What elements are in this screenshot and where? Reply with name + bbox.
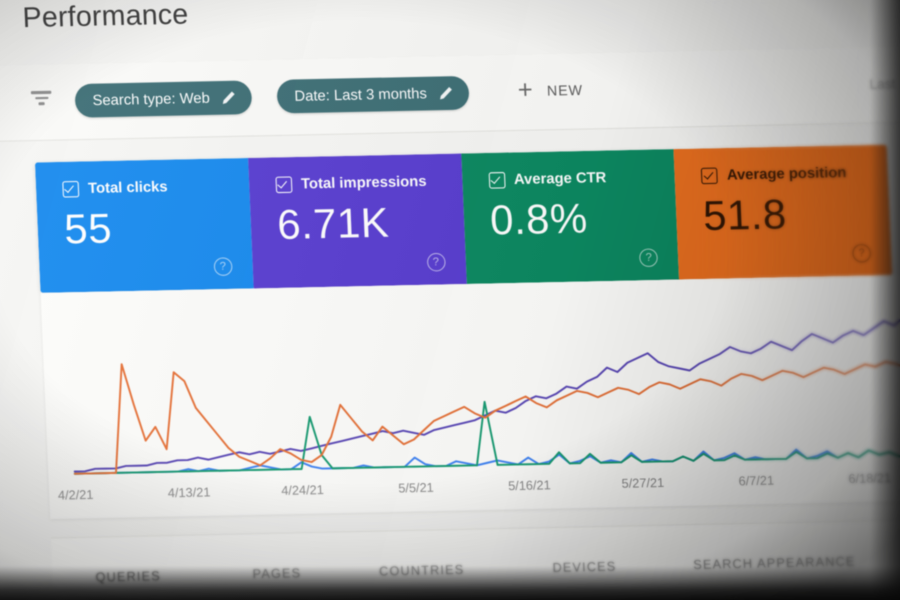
chart-x-tick-label: 5/5/21	[397, 480, 435, 496]
metric-cards: Total clicks 55 ? Total impressions 6.71…	[34, 144, 893, 293]
new-filter-label: NEW	[546, 81, 584, 99]
metric-card-total-clicks[interactable]: Total clicks 55 ?	[34, 158, 254, 293]
chart-x-tick-label: 4/2/21	[57, 487, 94, 503]
chart-x-tick-label: 5/16/21	[507, 478, 552, 494]
metric-card-header: Average position	[701, 164, 888, 185]
screen-surface: Performance Search type: Web Date: Last …	[0, 0, 900, 600]
help-icon[interactable]: ?	[213, 257, 233, 277]
metric-card-header: Average CTR	[488, 168, 675, 189]
pencil-icon	[438, 85, 454, 101]
performance-chart[interactable]: 4/2/21 4/13/21 4/24/21 5/5/21 5/16/21 5/27/21…	[40, 272, 900, 520]
help-icon[interactable]: ?	[426, 252, 446, 272]
desk-foreground	[0, 566, 900, 600]
scene-right-shadow	[870, 0, 900, 600]
metric-card-label: Average position	[726, 164, 847, 184]
metric-card-value: 51.8	[702, 190, 788, 240]
metric-card-header: Total clicks	[62, 177, 249, 198]
new-filter-button[interactable]: + NEW	[517, 75, 584, 105]
chip-search-type-label: Search type: Web	[92, 89, 211, 109]
search-console-app: Performance Search type: Web Date: Last …	[0, 0, 900, 600]
help-icon[interactable]: ?	[639, 248, 659, 268]
chip-search-type[interactable]: Search type: Web	[74, 80, 253, 118]
chip-date-range[interactable]: Date: Last 3 months	[276, 75, 470, 114]
metric-card-label: Total impressions	[300, 173, 427, 193]
chart-series-total-impressions	[73, 286, 900, 473]
metric-card-label: Total clicks	[87, 179, 168, 198]
checkbox-checked-icon[interactable]	[275, 176, 293, 194]
page-title: Performance	[21, 0, 190, 34]
checkbox-checked-icon[interactable]	[701, 167, 719, 185]
pencil-icon	[221, 90, 237, 106]
chart-series-average-position	[73, 353, 900, 475]
checkbox-checked-icon[interactable]	[62, 180, 80, 198]
chip-date-range-label: Date: Last 3 months	[294, 85, 428, 105]
metric-card-value: 0.8%	[489, 194, 589, 244]
chart-x-tick-label: 5/27/21	[621, 475, 665, 491]
checkbox-checked-icon[interactable]	[488, 172, 506, 189]
metric-card-average-ctr[interactable]: Average CTR 0.8% ?	[460, 149, 680, 284]
metric-card-header: Total impressions	[275, 173, 462, 194]
chart-x-tick-label: 4/13/21	[167, 485, 211, 501]
metric-card-value: 6.71K	[276, 198, 391, 249]
chart-x-tick-label: 6/7/21	[738, 473, 775, 489]
filter-funnel-icon[interactable]	[30, 90, 53, 112]
chart-series-total-clicks	[73, 435, 900, 475]
chart-series-average-ctr	[73, 400, 900, 475]
metric-card-average-position[interactable]: Average position 51.8 ?	[673, 144, 893, 280]
chart-x-tick-label: 4/24/21	[280, 482, 325, 498]
metric-card-value: 55	[63, 204, 113, 253]
help-icon[interactable]: ?	[852, 243, 872, 263]
metric-card-total-impressions[interactable]: Total impressions 6.71K ?	[247, 153, 467, 289]
photo-of-monitor: Performance Search type: Web Date: Last …	[0, 0, 900, 600]
plus-icon: +	[517, 75, 535, 105]
metric-card-label: Average CTR	[513, 169, 607, 189]
